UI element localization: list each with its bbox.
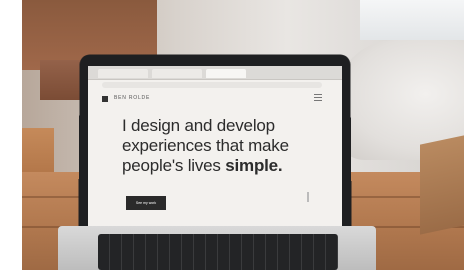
browser-tab-bar — [88, 66, 342, 80]
browser-tab — [98, 69, 148, 78]
foreground-chair-right — [420, 135, 464, 235]
headline-line-3-regular: people's lives — [122, 156, 226, 175]
headline-emphasis: simple. — [225, 156, 283, 175]
address-bar — [102, 82, 322, 88]
menu-icon — [314, 94, 322, 102]
photo: BEN ROLDE I design and develop experienc… — [0, 0, 464, 270]
headline-line-3: people's lives simple. — [122, 156, 322, 176]
browser-tab — [152, 69, 202, 78]
site-brand: BEN ROLDE — [114, 95, 151, 101]
laptop-display: BEN ROLDE I design and develop experienc… — [88, 66, 342, 234]
keyboard — [98, 234, 338, 270]
left-margin — [0, 0, 22, 270]
browser-tab-active — [206, 69, 246, 78]
headline-line-1: I design and develop — [122, 116, 275, 135]
site-logo-icon — [102, 96, 108, 102]
background-window — [360, 0, 464, 40]
scroll-down-icon — [307, 192, 309, 202]
see-my-work-button: See my work — [126, 196, 166, 210]
headline-line-2: experiences that make — [122, 136, 289, 155]
hero-headline: I design and develop experiences that ma… — [122, 116, 322, 176]
